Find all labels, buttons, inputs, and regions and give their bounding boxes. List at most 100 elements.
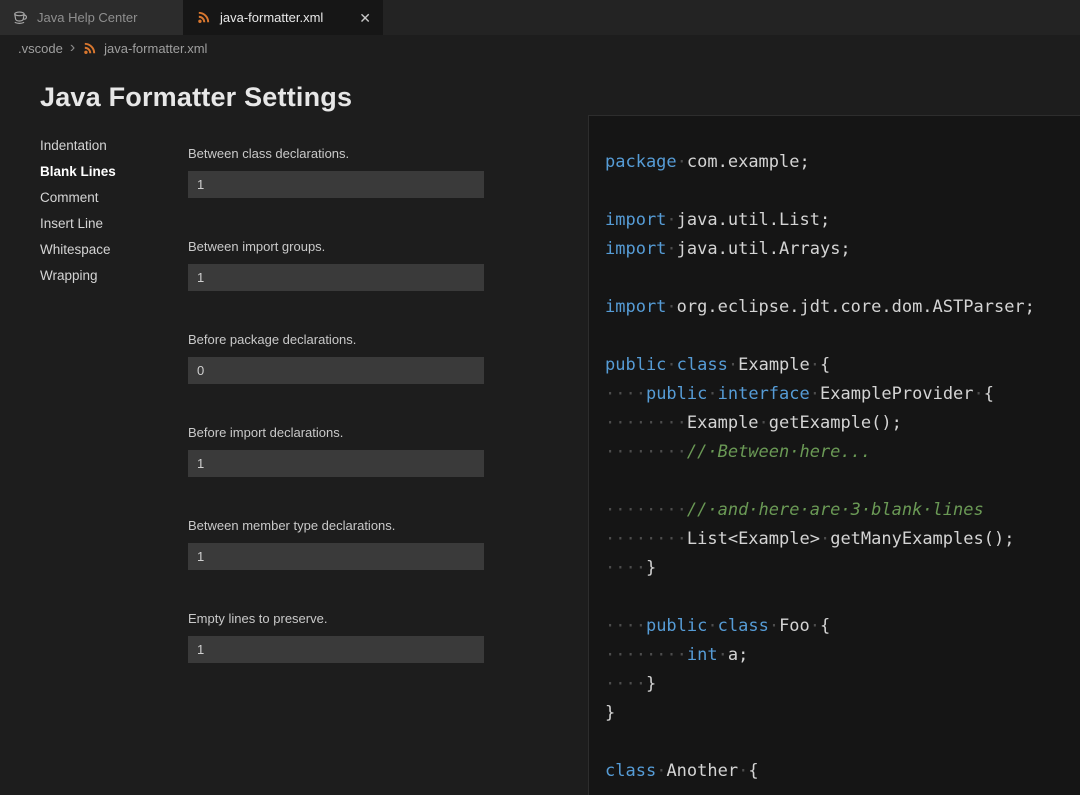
code-line: ····public·interface·ExampleProvider·{ [605,380,1080,409]
code-line: import·java.util.Arrays; [605,235,1080,264]
whitespace-dots: · [974,384,984,404]
code-line [605,728,1080,757]
code-line: ········int·a; [605,641,1080,670]
field-label: Before package declarations. [188,332,484,350]
whitespace-dots: · [666,355,676,375]
whitespace-dots: · [666,239,676,259]
code-line: ········List<Example>·getManyExamples(); [605,525,1080,554]
code-text: { [984,384,994,404]
whitespace-dots: · [738,761,748,781]
sidebar-item-comment[interactable]: Comment [40,185,116,211]
code-text: } [646,674,656,694]
code-line [605,322,1080,351]
input-between-member-type-declarations[interactable] [188,543,484,570]
whitespace-dots: · [759,413,769,433]
whitespace-dots: ········ [605,442,687,462]
whitespace-dots: ···· [605,616,646,636]
sidebar-item-blank-lines[interactable]: Blank Lines [40,159,116,185]
code-keyword: import [605,297,666,317]
code-line: class·Another·{ [605,757,1080,786]
field-label: Between import groups. [188,239,484,257]
code-text: java.util.Arrays; [677,239,851,259]
input-between-class-declarations[interactable] [188,171,484,198]
input-empty-lines-to-preserve[interactable] [188,636,484,663]
sidebar-item-wrapping[interactable]: Wrapping [40,263,116,289]
xml-file-icon [82,41,97,56]
code-comment: //·Between·here... [687,442,871,462]
code-line: ····} [605,670,1080,699]
code-keyword: int [687,645,718,665]
whitespace-dots: · [666,210,676,230]
code-text: getExample(); [769,413,902,433]
code-text: { [820,355,830,375]
whitespace-dots: · [810,616,820,636]
code-keyword: class [677,355,728,375]
code-text: getManyExamples(); [830,529,1014,549]
code-text: com.example; [687,152,810,172]
code-line [605,264,1080,293]
tab-label: Java Help Center [37,10,137,25]
java-cup-icon [12,9,29,26]
code-line [605,583,1080,612]
tab-java-help-center[interactable]: Java Help Center [0,0,183,35]
code-line: ········//·Between·here... [605,438,1080,467]
whitespace-dots: ········ [605,645,687,665]
code-line: } [605,699,1080,728]
whitespace-dots: ········ [605,413,687,433]
sidebar-item-indentation[interactable]: Indentation [40,133,116,159]
code-keyword: public [646,384,707,404]
whitespace-dots: · [656,761,666,781]
breadcrumb-file[interactable]: java-formatter.xml [104,41,207,56]
whitespace-dots: · [666,297,676,317]
whitespace-dots: ········ [605,500,687,520]
whitespace-dots: · [677,152,687,172]
code-text: Foo [779,616,810,636]
code-keyword: class [605,761,656,781]
whitespace-dots: · [728,355,738,375]
breadcrumb-folder[interactable]: .vscode [18,41,63,56]
field-label: Before import declarations. [188,425,484,443]
code-preview-panel: package·com.example; import·java.util.Li… [588,115,1080,795]
code-keyword: public [646,616,707,636]
field-label: Empty lines to preserve. [188,611,484,629]
field-group-empty-lines-to-preserve: Empty lines to preserve. [188,611,484,663]
code-line: ········//·and·here·are·3·blank·lines [605,496,1080,525]
tab-java-formatter-xml[interactable]: java-formatter.xml ✕ [183,0,383,35]
field-group-between-member-type-declarations: Between member type declarations. [188,518,484,570]
field-group-between-class-declarations: Between class declarations. [188,146,484,198]
whitespace-dots: · [820,529,830,549]
input-between-import-groups[interactable] [188,264,484,291]
sidebar-item-insert-line[interactable]: Insert Line [40,211,116,237]
code-line [605,467,1080,496]
code-keyword: class [718,616,769,636]
input-before-import-declarations[interactable] [188,450,484,477]
close-icon[interactable]: ✕ [359,11,371,25]
code-text: { [748,761,758,781]
xml-file-icon [195,9,212,26]
code-text: ExampleProvider [820,384,974,404]
whitespace-dots: · [718,645,728,665]
code-keyword: public [605,355,666,375]
settings-form: Between class declarations. Between impor… [188,146,484,704]
code-text: Another [666,761,738,781]
settings-nav: IndentationBlank LinesCommentInsert Line… [40,133,116,289]
code-text: { [820,616,830,636]
code-text: Example [738,355,810,375]
breadcrumb: .vscode › java-formatter.xml [0,35,1080,62]
code-comment: //·and·here·are·3·blank·lines [687,500,984,520]
tab-label: java-formatter.xml [220,10,323,25]
code-text: java.util.List; [677,210,831,230]
whitespace-dots: ···· [605,558,646,578]
code-keyword: import [605,239,666,259]
field-group-before-package-declarations: Before package declarations. [188,332,484,384]
code-keyword: interface [718,384,810,404]
code-text: List<Example> [687,529,820,549]
input-before-package-declarations[interactable] [188,357,484,384]
field-group-before-import-declarations: Before import declarations. [188,425,484,477]
tab-bar: Java Help Center java-formatter.xml ✕ [0,0,1080,35]
code-line: import·java.util.List; [605,206,1080,235]
code-line: ····public·class·Foo·{ [605,612,1080,641]
code-line: public·class·Example·{ [605,351,1080,380]
page-title: Java Formatter Settings [40,82,352,113]
sidebar-item-whitespace[interactable]: Whitespace [40,237,116,263]
